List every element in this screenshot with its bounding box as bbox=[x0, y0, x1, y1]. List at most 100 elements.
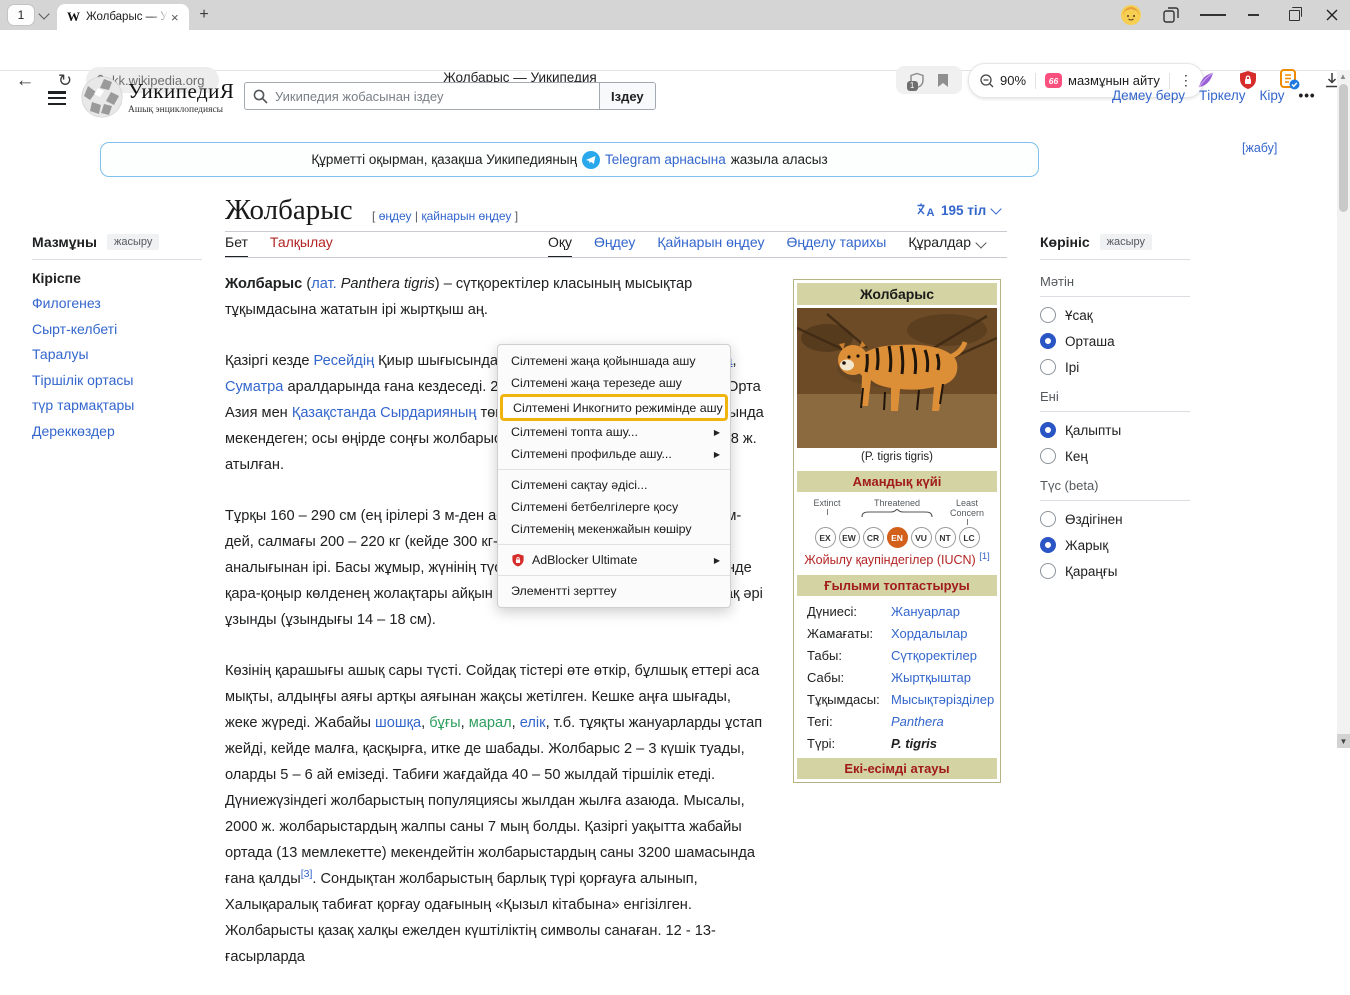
page-tab[interactable]: Құралдар bbox=[908, 234, 985, 257]
taxonomy-value[interactable]: Сүтқоректілер bbox=[891, 648, 977, 663]
context-menu-item[interactable]: Сілтемені жаңа терезеде ашу bbox=[498, 372, 730, 394]
appearance-hide-button[interactable]: жасыру bbox=[1100, 234, 1152, 250]
edit-link[interactable]: өңдеу bbox=[379, 209, 412, 223]
taxonomy-value[interactable]: Panthera bbox=[891, 714, 944, 729]
scrollbar-up-arrow[interactable]: ▲ bbox=[1339, 72, 1347, 81]
taxonomy-value[interactable]: Мысықтәрізділер bbox=[891, 692, 994, 707]
scrollbar-thumb[interactable] bbox=[1339, 84, 1348, 212]
page-tab[interactable]: Оқу bbox=[548, 234, 572, 257]
appearance-option[interactable]: Орташа bbox=[1040, 333, 1190, 349]
wikipedia-globe-logo[interactable] bbox=[80, 74, 124, 120]
context-menu-item[interactable]: Сілтемені жаңа қойыншада ашу bbox=[498, 350, 730, 372]
article-link[interactable]: Қазақстанда bbox=[292, 405, 376, 421]
appearance-option[interactable]: Жарық bbox=[1040, 537, 1190, 553]
search-input[interactable]: Уикипедия жобасынан іздеу bbox=[244, 82, 600, 110]
tabs-panel-icon[interactable] bbox=[1158, 4, 1184, 26]
back-button[interactable]: ← bbox=[12, 68, 38, 94]
article-link[interactable]: елік bbox=[520, 715, 546, 731]
appearance-option[interactable]: Өздігінен bbox=[1040, 511, 1190, 527]
window-close-button[interactable] bbox=[1319, 4, 1345, 26]
browser-tab[interactable]: W Жолбарыс — Уикипеди × bbox=[57, 4, 189, 30]
bookmark-icon[interactable] bbox=[937, 73, 949, 88]
zoom-level[interactable]: 90% bbox=[1000, 73, 1026, 88]
radio-icon[interactable] bbox=[1040, 448, 1056, 464]
toc-hide-button[interactable]: жасыру bbox=[107, 234, 159, 250]
protect-shield-icon[interactable]: 1 bbox=[909, 72, 925, 89]
tab-close-icon[interactable]: × bbox=[171, 10, 179, 25]
tab-list-chevron-icon[interactable] bbox=[38, 8, 49, 19]
page-tab[interactable]: Өңделу тарихы bbox=[786, 234, 886, 257]
context-menu-item[interactable]: Сілтеменің мекенжайын көшіру bbox=[498, 518, 730, 540]
edit-source-link[interactable]: қайнарын өңдеу bbox=[421, 209, 511, 223]
article-link[interactable]: шошқа bbox=[375, 715, 421, 731]
submenu-arrow-icon: ▶ bbox=[714, 556, 720, 565]
radio-icon[interactable] bbox=[1040, 537, 1056, 553]
page-menu-kebab-icon[interactable]: ⋮ bbox=[1179, 72, 1193, 89]
toc-item[interactable]: Филогенез bbox=[32, 295, 202, 311]
context-menu-item[interactable]: Сілтемені сақтау әдісі... bbox=[498, 474, 730, 496]
page-tab[interactable]: Бет bbox=[225, 234, 248, 257]
new-tab-button[interactable]: + bbox=[194, 5, 214, 25]
wiki-menu-icon[interactable] bbox=[48, 88, 66, 108]
page-tab[interactable]: Қайнарын өңдеу bbox=[657, 234, 764, 257]
toc-item[interactable]: Сырт-келбеті bbox=[32, 321, 202, 337]
search-button[interactable]: Іздеу bbox=[599, 82, 656, 110]
tab-count-badge[interactable]: 1 bbox=[8, 5, 34, 25]
article-link[interactable]: Суматра bbox=[225, 379, 283, 395]
login-link[interactable]: Кіру bbox=[1259, 88, 1284, 103]
article-link[interactable]: бұғы bbox=[429, 715, 460, 731]
taxonomy-value[interactable]: Жануарлар bbox=[891, 604, 960, 619]
profile-avatar[interactable] bbox=[1118, 4, 1144, 26]
window-minimize-button[interactable] bbox=[1240, 4, 1266, 26]
context-menu-item[interactable]: Элементті зерттеу bbox=[498, 580, 730, 602]
appearance-option[interactable]: Кең bbox=[1040, 448, 1190, 464]
status-reference[interactable]: [1] bbox=[979, 551, 990, 562]
browser-menu-icon[interactable] bbox=[1200, 4, 1226, 26]
appearance-option[interactable]: Ірі bbox=[1040, 359, 1190, 375]
article-link[interactable]: [3] bbox=[301, 868, 313, 880]
table-of-contents: Мазмұны жасыру КіріспеФилогенезСырт-келб… bbox=[32, 234, 202, 439]
scrollbar-down-arrow[interactable]: ▼ bbox=[1337, 734, 1350, 748]
article-link[interactable]: Сырдарияның bbox=[380, 405, 476, 421]
taxonomy-value[interactable]: Жыртқыштар bbox=[891, 670, 971, 685]
context-menu-item[interactable]: Сілтемені Инкогнито режимінде ашу bbox=[503, 397, 725, 418]
context-menu-item[interactable]: Сілтемені топта ашу...▶ bbox=[498, 421, 730, 443]
toc-item[interactable]: Кіріспе bbox=[32, 270, 202, 286]
toc-item[interactable]: Тіршілік ортасы bbox=[32, 372, 202, 388]
radio-icon[interactable] bbox=[1040, 333, 1056, 349]
radio-icon[interactable] bbox=[1040, 307, 1056, 323]
radio-icon[interactable] bbox=[1040, 422, 1056, 438]
taxonomy-value[interactable]: Хордалылар bbox=[891, 626, 967, 641]
window-restore-button[interactable] bbox=[1281, 4, 1307, 26]
zoom-out-icon[interactable] bbox=[979, 73, 995, 89]
taxonomy-row: Сабы:Жыртқыштар bbox=[797, 666, 997, 688]
article-link[interactable]: лат. bbox=[311, 276, 336, 292]
toc-item[interactable]: Таралуы bbox=[32, 346, 202, 362]
wikipedia-wordmark[interactable]: УикипедиЯ Ашық энциклопедиясы bbox=[128, 79, 234, 115]
toc-item[interactable]: түр тармақтары bbox=[32, 397, 202, 413]
donate-link[interactable]: Демеу беру bbox=[1112, 88, 1185, 103]
language-selector[interactable]: A 195 тіл bbox=[916, 202, 1000, 218]
appearance-option[interactable]: Ұсақ bbox=[1040, 307, 1190, 323]
read-aloud-button[interactable]: мазмұнын айту bbox=[1068, 73, 1160, 88]
context-menu-item[interactable]: Сілтемені бетбелгілерге қосу bbox=[498, 496, 730, 518]
banner-close-link[interactable]: [жабу] bbox=[1242, 141, 1277, 155]
radio-icon[interactable] bbox=[1040, 359, 1056, 375]
toc-item[interactable]: Дереккөздер bbox=[32, 423, 202, 439]
register-link[interactable]: Тіркелу bbox=[1199, 88, 1246, 103]
article-link[interactable]: марал bbox=[469, 715, 512, 731]
appearance-option[interactable]: Қалыпты bbox=[1040, 422, 1190, 438]
language-icon: A bbox=[916, 202, 935, 218]
context-menu-item[interactable]: Сілтемені профильде ашу...▶ bbox=[498, 443, 730, 465]
telegram-channel-link[interactable]: Telegram арнасына bbox=[605, 152, 726, 167]
page-tab[interactable]: Өңдеу bbox=[594, 234, 635, 257]
telegram-icon bbox=[582, 151, 600, 169]
radio-icon[interactable] bbox=[1040, 563, 1056, 579]
appearance-option[interactable]: Қараңғы bbox=[1040, 563, 1190, 579]
article-link[interactable]: Ресейдің bbox=[314, 353, 375, 369]
radio-icon[interactable] bbox=[1040, 511, 1056, 527]
page-tab[interactable]: Талқылау bbox=[270, 234, 333, 257]
context-menu-item[interactable]: AdBlocker Ultimate▶ bbox=[498, 549, 730, 571]
search-icon bbox=[253, 89, 268, 104]
header-more-icon[interactable]: ••• bbox=[1298, 88, 1315, 103]
